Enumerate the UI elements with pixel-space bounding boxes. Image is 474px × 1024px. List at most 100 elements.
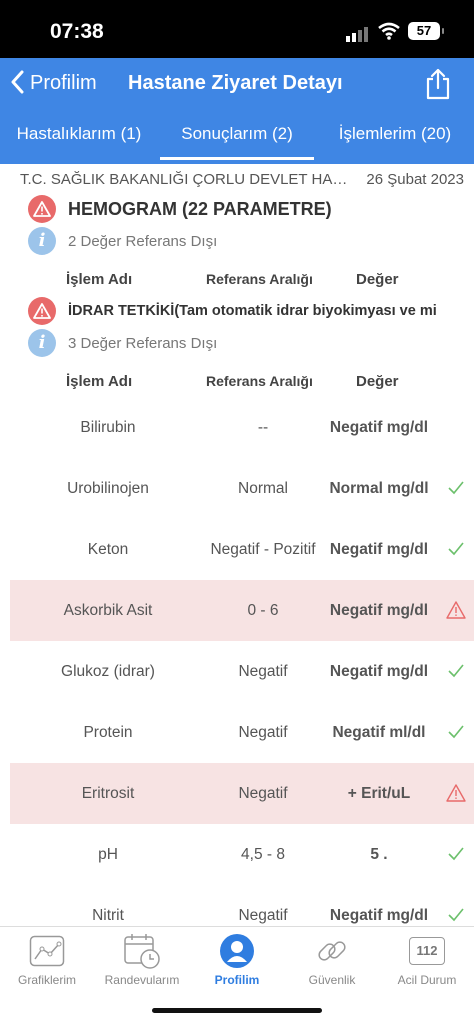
test-name: Glukoz (idrar) (61, 662, 155, 680)
group-info: i 2 Değer Referans Dışı (28, 227, 217, 255)
tab-acil-durum[interactable]: 112 Acil Durum (380, 927, 474, 987)
nav-bar: Profilim Hastane Ziyaret Detayı (0, 58, 474, 108)
test-name: pH (98, 845, 118, 863)
tab-guvenlik[interactable]: Güvenlik (285, 927, 379, 987)
table-row[interactable]: Nitrit Negatif Negatif mg/dl (0, 885, 474, 926)
back-label: Profilim (30, 71, 97, 94)
tab-label: Randevularım (104, 973, 180, 987)
group-title: İDRAR TETKİKİ(Tam otomatik idrar biyokim… (68, 303, 437, 319)
chevron-left-icon (10, 70, 24, 96)
reference-range: 4,5 - 8 (241, 845, 285, 863)
column-headers: İşlem Adı Referans Aralığı Değer (0, 371, 474, 395)
reference-range: -- (257, 418, 269, 436)
reference-range: Negatif - Pozitif (210, 540, 316, 558)
page-title: Hastane Ziyaret Detayı (128, 72, 343, 94)
warning-icon (28, 195, 56, 223)
test-name: Urobilinojen (67, 479, 149, 497)
visit-date: 26 Şubat 2023 (366, 171, 464, 188)
table-row[interactable]: Bilirubin -- Negatif mg/dl (0, 397, 474, 458)
test-value: Negatif mg/dl (329, 419, 429, 436)
hospital-name: T.C. SAĞLIK BAKANLIĞI ÇORLU DEVLET HASTA… (20, 171, 350, 188)
test-value: Negatif mg/dl (329, 907, 429, 924)
status-bar: 07:38 57 (0, 0, 474, 58)
test-name: Nitrit (92, 906, 124, 924)
status-time: 07:38 (50, 20, 104, 43)
info-icon: i (28, 329, 56, 357)
header-value: Değer (356, 271, 399, 288)
info-icon: i (28, 227, 56, 255)
table-row[interactable]: pH 4,5 - 8 5 . (0, 824, 474, 885)
reference-range: Negatif (238, 906, 288, 924)
warning-triangle-icon (446, 784, 466, 802)
results-content[interactable]: T.C. SAĞLIK BAKANLIĞI ÇORLU DEVLET HASTA… (0, 164, 474, 926)
tab-randevularim[interactable]: Randevularım (95, 927, 189, 987)
link-icon (285, 932, 379, 970)
tab-grafiklerim[interactable]: Grafiklerim (0, 927, 94, 987)
warning-triangle-icon (446, 601, 466, 619)
home-indicator (152, 1008, 322, 1013)
header-range: Referans Aralığı (206, 271, 313, 287)
group-title: HEMOGRAM (22 PARAMETRE) (68, 198, 332, 219)
reference-range: Negatif (238, 723, 288, 741)
tab-label: Acil Durum (397, 973, 457, 987)
back-button[interactable]: Profilim (10, 70, 97, 96)
table-row-alert[interactable]: Eritrosit Negatif + Erit/uL (10, 763, 474, 824)
header-value: Değer (356, 373, 399, 390)
tab-label: Profilim (214, 973, 260, 987)
test-name: Protein (83, 723, 133, 741)
tab-islemlerim[interactable]: İşlemlerim (20) (316, 108, 474, 164)
test-value: Negatif ml/dl (332, 724, 426, 741)
visit-header: T.C. SAĞLIK BAKANLIĞI ÇORLU DEVLET HASTA… (20, 171, 464, 188)
table-row[interactable]: Keton Negatif - Pozitif Negatif mg/dl (0, 519, 474, 580)
emergency-112-icon: 112 (380, 932, 474, 970)
table-row[interactable]: Urobilinojen Normal Normal mg/dl (0, 458, 474, 519)
test-value: 5 . (370, 846, 388, 863)
test-value: Normal mg/dl (329, 480, 429, 497)
calendar-clock-icon (95, 932, 189, 970)
header-name: İşlem Adı (66, 271, 133, 288)
reference-range: Negatif (238, 784, 288, 802)
signal-icon (346, 24, 370, 42)
table-row[interactable]: Protein Negatif Negatif ml/dl (0, 702, 474, 763)
test-value: + Erit/uL (347, 785, 411, 802)
tab-hastaliklarim[interactable]: Hastalıklarım (1) (0, 108, 158, 164)
warning-icon (28, 297, 56, 325)
group-hemogram[interactable]: HEMOGRAM (22 PARAMETRE) (28, 195, 332, 223)
test-name: Eritrosit (81, 784, 135, 802)
check-icon (448, 542, 464, 556)
table-row-alert[interactable]: Askorbik Asit 0 - 6 Negatif mg/dl (10, 580, 474, 641)
check-icon (448, 725, 464, 739)
emergency-badge: 112 (409, 937, 445, 965)
test-name: Askorbik Asit (63, 601, 153, 619)
out-of-range-count: 3 Değer Referans Dışı (68, 334, 218, 352)
group-info: i 3 Değer Referans Dışı (28, 329, 217, 357)
profile-icon (190, 932, 284, 970)
out-of-range-count: 2 Değer Referans Dışı (68, 232, 218, 250)
check-icon (448, 847, 464, 861)
tab-label: Grafiklerim (17, 973, 76, 987)
test-value: Negatif mg/dl (329, 541, 429, 558)
test-value: Negatif mg/dl (329, 602, 429, 619)
column-headers: İşlem Adı Referans Aralığı Değer (0, 269, 474, 293)
chart-icon (0, 932, 94, 970)
reference-range: Negatif (238, 662, 288, 680)
tab-label: Güvenlik (308, 973, 356, 987)
tab-sonuclarim[interactable]: Sonuçlarım (2) (158, 108, 316, 164)
group-idrar[interactable]: İDRAR TETKİKİ(Tam otomatik idrar biyokim… (28, 297, 437, 325)
test-name: Keton (87, 540, 129, 558)
check-icon (448, 908, 464, 922)
share-icon[interactable] (424, 68, 452, 105)
tab-profilim[interactable]: Profilim (190, 927, 284, 987)
battery-indicator: 57 (408, 22, 444, 40)
check-icon (448, 481, 464, 495)
reference-range: Normal (238, 479, 288, 497)
results-table: Bilirubin -- Negatif mg/dl Urobilinojen … (0, 397, 474, 926)
header-range: Referans Aralığı (206, 373, 313, 389)
table-row[interactable]: Glukoz (idrar) Negatif Negatif mg/dl (0, 641, 474, 702)
wifi-icon (378, 22, 400, 45)
test-name: Bilirubin (80, 418, 136, 436)
check-icon (448, 664, 464, 678)
segment-tabs: Hastalıklarım (1) Sonuçlarım (2) İşlemle… (0, 108, 474, 164)
reference-range: 0 - 6 (247, 601, 279, 619)
test-value: Negatif mg/dl (329, 663, 429, 680)
